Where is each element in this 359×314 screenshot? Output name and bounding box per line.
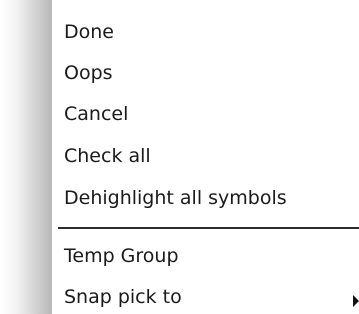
context-menu: Done Oops Cancel Check all Dehighlight a… [0, 0, 359, 314]
menu-item-cancel[interactable]: Cancel [64, 102, 128, 126]
menu-item-snap-pick-to[interactable]: Snap pick to [64, 285, 182, 309]
menu-separator [58, 227, 359, 229]
menu-item-check-all[interactable]: Check all [64, 144, 151, 168]
menu-item-temp-group[interactable]: Temp Group [64, 244, 179, 268]
menu-item-dehighlight-all-symbols[interactable]: Dehighlight all symbols [64, 186, 287, 210]
menu-item-oops[interactable]: Oops [64, 61, 113, 85]
menu-gutter [0, 0, 52, 314]
menu-item-done[interactable]: Done [64, 20, 114, 44]
submenu-arrow-icon [353, 295, 359, 307]
